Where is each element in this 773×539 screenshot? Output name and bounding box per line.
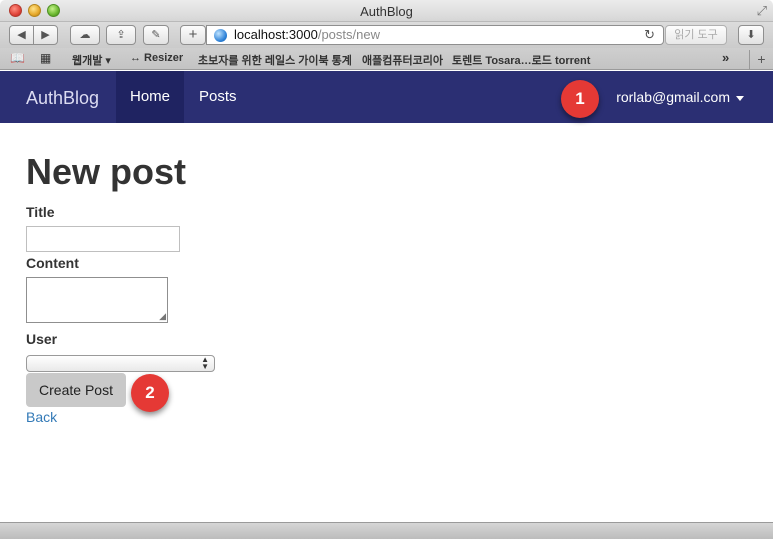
bookmark-item[interactable]: ↔ Resizer [130,52,183,64]
icloud-tabs-button[interactable]: ☁ [70,25,100,45]
brand-link[interactable]: AuthBlog [26,88,99,109]
forward-button[interactable]: ▶ [33,25,58,45]
download-icon: ⬇ [746,29,756,41]
address-path: /posts/new [317,27,380,42]
user-email: rorlab@gmail.com [616,89,730,105]
reload-icon[interactable]: ↻ [644,26,655,44]
resize-grip-icon[interactable]: ◢ [159,311,166,322]
address-bar[interactable]: localhost:3000/posts/new ↻ [206,25,664,45]
bookmark-item[interactable]: 초보자를 위한 레일스 가이북 통계 [198,52,352,68]
window-title: AuthBlog [360,4,413,19]
user-select[interactable]: ▲ ▼ [26,355,215,372]
fullscreen-icon[interactable]: ⤢ [757,3,767,19]
bookmark-item[interactable]: 애플컴퓨터코리아 [362,52,443,68]
share-icon: ⇪ [116,29,126,41]
bookmark-item[interactable]: 토렌트 Tosara…로드 torrent [452,52,590,68]
add-bookmark-button[interactable]: + [180,25,206,45]
tools-button[interactable]: ✎ [143,25,169,45]
user-label: User [26,331,58,347]
top-sites-icon[interactable]: ▦ [40,51,51,65]
content-label: Content [26,255,79,271]
create-post-button[interactable]: Create Post [26,373,126,407]
back-button[interactable]: ◀ [9,25,34,45]
back-icon: ◀ [17,29,26,41]
bookmark-item[interactable]: 웹개발 ▾ [72,52,111,68]
address-host: localhost:3000 [234,27,318,42]
browser-toolbar: ◀ ▶ ☁ ⇪ ✎ + localhost:3000/posts/new ↻ 읽… [0,22,773,48]
window-titlebar: AuthBlog ⤢ [0,0,773,22]
bookmarks-bar: 📖 ▦ 웹개발 ▾ ↔ Resizer 초보자를 위한 레일스 가이북 통계 애… [0,48,773,70]
select-arrows-icon: ▲ ▼ [201,355,209,371]
nav-home-link[interactable]: Home [116,71,184,123]
callout-badge-1: 1 [561,80,599,118]
app-navbar: AuthBlog Home Posts rorlab@gmail.com [0,71,773,123]
title-label: Title [26,204,55,220]
plus-icon: + [188,26,198,43]
cloud-icon: ☁ [79,29,91,41]
share-button[interactable]: ⇪ [106,25,136,45]
callout-badge-2: 2 [131,374,169,412]
new-tab-button[interactable]: + [749,50,773,70]
title-input[interactable] [26,226,180,252]
more-bookmarks-icon[interactable]: » [722,50,729,65]
page-title: New post [26,151,187,192]
user-menu-dropdown[interactable]: rorlab@gmail.com [616,89,744,105]
window-bottom-bar [0,522,773,539]
nav-posts-link[interactable]: Posts [199,88,237,105]
reading-list-icon[interactable]: 📖 [10,51,25,65]
reader-button[interactable]: 읽기 도구 [665,25,727,45]
tools-icon: ✎ [151,29,161,41]
caret-down-icon [736,95,744,101]
globe-icon [214,29,227,42]
downloads-button[interactable]: ⬇ [738,25,764,45]
back-link[interactable]: Back [26,409,57,425]
forward-icon: ▶ [41,29,50,41]
content-textarea[interactable]: ◢ [26,277,168,323]
